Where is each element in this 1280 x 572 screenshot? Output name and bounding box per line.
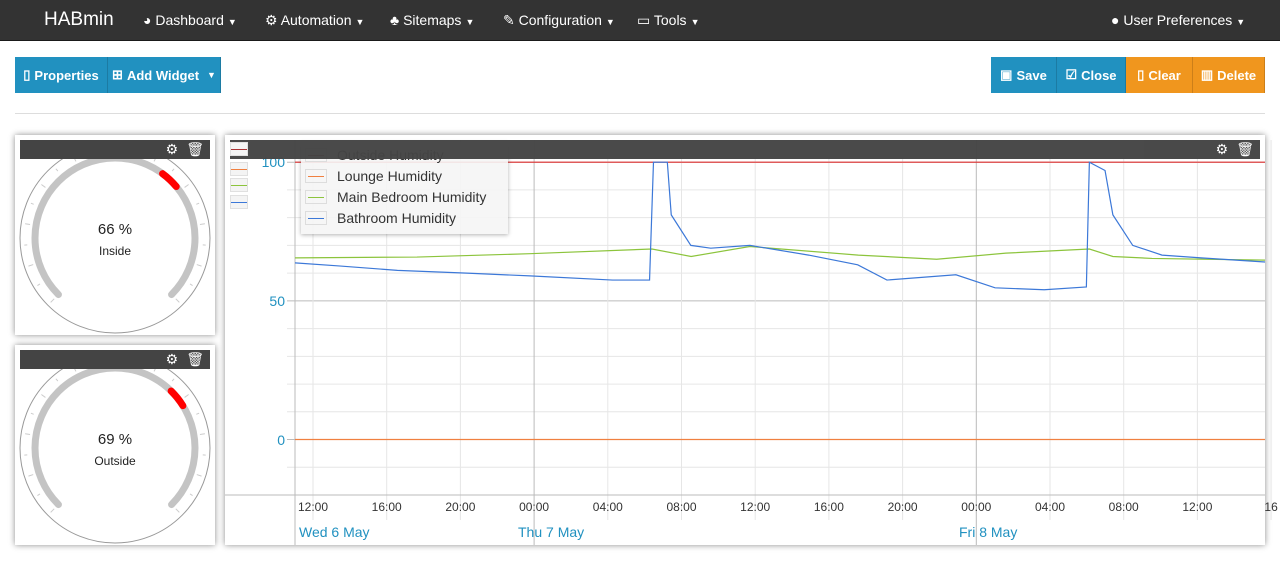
- trash-icon[interactable]: 🗑: [186, 141, 204, 158]
- legend-item[interactable]: Lounge Humidity: [305, 166, 442, 186]
- series-line-main-bedroom-humidity: [294, 245, 1266, 261]
- x-tick-label: 08:00: [666, 500, 697, 514]
- widget-header: ⚙ 🗑: [20, 350, 210, 369]
- x-tick-label: 00:00: [519, 500, 550, 514]
- x-tick-label: 16:00: [813, 500, 844, 514]
- trash-icon[interactable]: 🗑: [1236, 141, 1254, 158]
- y-tick-label: 0: [277, 432, 285, 448]
- gear-icon[interactable]: ⚙: [166, 351, 179, 368]
- legend-item[interactable]: Bathroom Humidity: [305, 208, 456, 228]
- x-tick-label: 12:00: [1182, 500, 1213, 514]
- x-tick-label: 04:00: [592, 500, 623, 514]
- x-tick-label: 20:00: [887, 500, 918, 514]
- x-tick-label: 16:00: [371, 500, 402, 514]
- widget-header: ⚙ 🗑: [20, 140, 210, 159]
- x-tick-label: 12:00: [297, 500, 329, 514]
- series-toggle-bathroom[interactable]: [230, 195, 248, 209]
- series-toggle-outside[interactable]: [230, 142, 248, 156]
- chart-plot: [225, 140, 1272, 545]
- gear-icon[interactable]: ⚙: [166, 141, 179, 158]
- series-toggle-bedroom[interactable]: [230, 178, 248, 192]
- x-tick-label: 16: [1264, 500, 1278, 514]
- date-label: Thu 7 May: [518, 524, 585, 540]
- y-tick-label: 50: [269, 293, 285, 309]
- x-tick-label: 20:00: [445, 500, 476, 514]
- gear-icon[interactable]: ⚙: [1216, 141, 1229, 158]
- x-tick-label: 08:00: [1108, 500, 1139, 514]
- x-tick-label: 04:00: [1034, 500, 1066, 514]
- date-label: Fri 8 May: [959, 524, 1018, 540]
- x-tick-label: 00:00: [961, 500, 992, 514]
- x-tick-label: 12:00: [740, 500, 771, 514]
- legend-item[interactable]: Main Bedroom Humidity: [305, 187, 486, 207]
- date-label: Wed 6 May: [299, 524, 370, 540]
- widget-header: ⚙ 🗑: [230, 140, 1260, 159]
- trash-icon[interactable]: 🗑: [186, 351, 204, 368]
